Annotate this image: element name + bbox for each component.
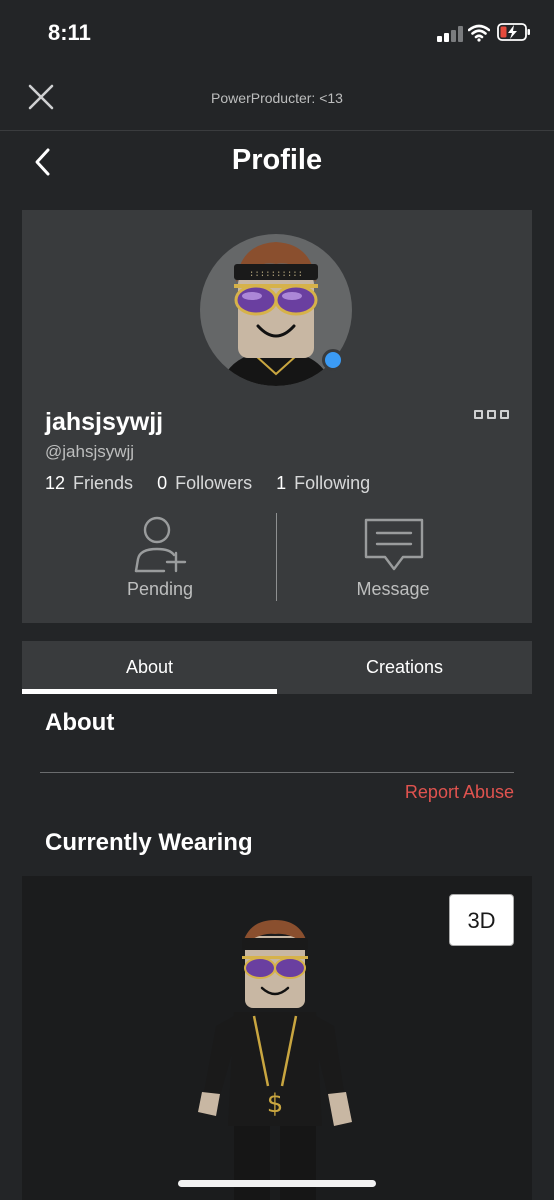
tab-creations[interactable]: Creations <box>277 641 532 694</box>
display-name: jahsjsywjj <box>45 408 164 436</box>
home-indicator[interactable] <box>178 1180 376 1187</box>
page-title: Profile <box>231 144 323 176</box>
stat-label: Following <box>294 473 371 493</box>
about-divider <box>40 772 514 773</box>
currently-wearing-heading: Currently Wearing <box>45 829 253 856</box>
stat-label: Followers <box>175 473 253 493</box>
message-icon[interactable] <box>363 517 425 573</box>
svg-text:$: $ <box>267 1089 284 1119</box>
pending-button[interactable]: Pending <box>60 579 260 600</box>
stat-followers[interactable]: 0 Followers <box>157 473 252 494</box>
tab-about[interactable]: About <box>22 641 277 694</box>
stat-count: 0 <box>157 473 168 493</box>
message-button[interactable]: Message <box>293 579 493 600</box>
online-status-indicator <box>322 349 344 371</box>
add-friend-icon[interactable] <box>130 515 188 575</box>
battery-charging-icon <box>497 23 530 41</box>
status-time: 8:11 <box>48 20 91 45</box>
toggle-3d-button[interactable]: 3D <box>449 894 514 946</box>
top-bar-title: PowerProducter: <13 <box>211 90 343 106</box>
profile-stats: 12 Friends 0 Followers 1 Following <box>45 473 394 494</box>
about-heading: About <box>45 709 115 736</box>
stat-count: 12 <box>45 473 66 493</box>
wifi-icon <box>468 24 490 42</box>
username: @jahsjsywjj <box>45 442 135 461</box>
avatar-figure: $ <box>198 920 352 1200</box>
svg-text:::::::::::: :::::::::: <box>249 269 303 279</box>
stat-following[interactable]: 1 Following <box>276 473 370 494</box>
more-options-icon[interactable] <box>474 410 509 422</box>
stat-friends[interactable]: 12 Friends <box>45 473 133 494</box>
report-abuse-link[interactable]: Report Abuse <box>300 782 514 803</box>
top-divider <box>0 130 554 131</box>
stat-label: Friends <box>73 473 134 493</box>
cellular-signal-icon <box>437 26 463 42</box>
profile-tabs: About Creations <box>22 641 532 694</box>
stat-count: 1 <box>276 473 287 493</box>
action-divider <box>276 513 277 601</box>
